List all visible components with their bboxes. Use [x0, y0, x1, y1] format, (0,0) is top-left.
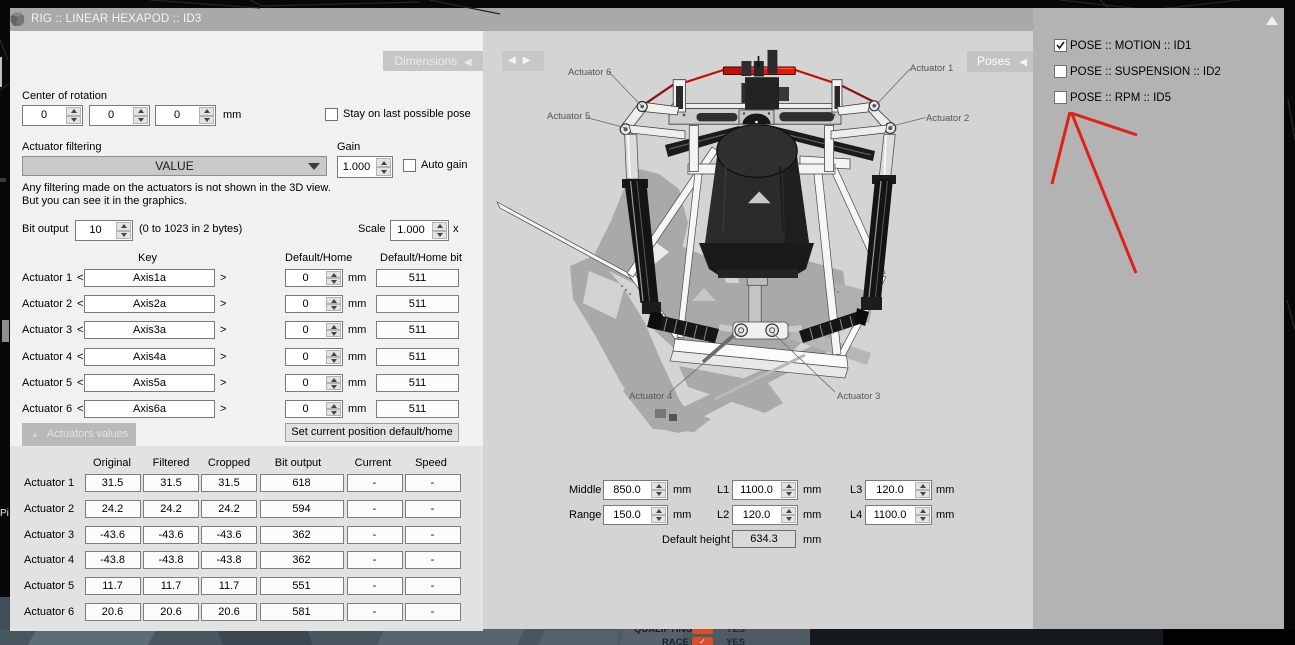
svg-text:Actuator 4: Actuator 4	[629, 391, 672, 402]
svg-text:Actuator 6: Actuator 6	[568, 67, 611, 78]
svg-text:Actuator 3: Actuator 3	[837, 391, 880, 402]
svg-text:Actuator 1: Actuator 1	[910, 63, 953, 74]
svg-text:Actuator 2: Actuator 2	[926, 113, 969, 124]
svg-text:Actuator 5: Actuator 5	[547, 111, 590, 122]
